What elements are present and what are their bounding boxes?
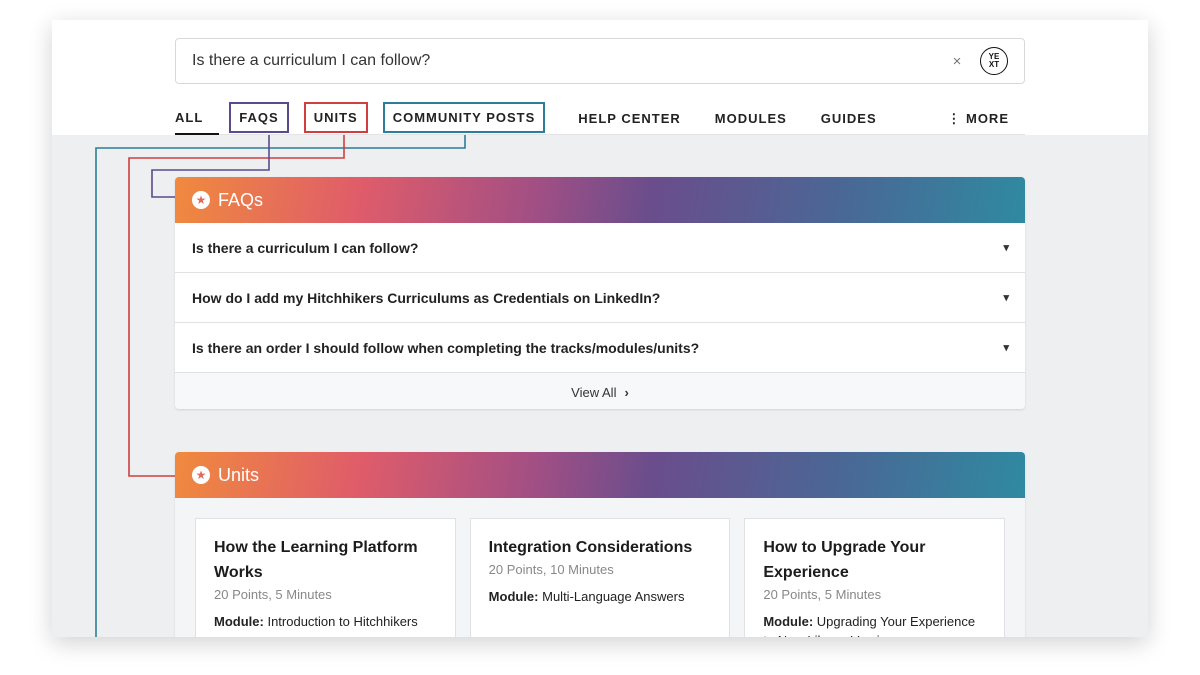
tab-guides[interactable]: GUIDES [813, 103, 885, 135]
unit-module: Module: Multi-Language Answers [489, 587, 712, 606]
units-section: ★ Units How the Learning Platform Works … [175, 452, 1025, 637]
more-menu-button[interactable]: ⋮ MORE [939, 103, 1025, 135]
faq-item[interactable]: Is there a curriculum I can follow? ▾ [175, 223, 1025, 273]
header: × YE XT ALL FAQS UNITS COMMUNITY POSTS H… [52, 20, 1148, 135]
logo-text-bottom: XT [988, 60, 1000, 69]
clear-search-button[interactable]: × [942, 53, 972, 70]
faq-item[interactable]: Is there an order I should follow when c… [175, 323, 1025, 373]
tab-modules[interactable]: MODULES [707, 103, 795, 135]
unit-cards: How the Learning Platform Works 20 Point… [175, 498, 1025, 637]
unit-title[interactable]: How to Upgrade Your Experience [763, 535, 986, 585]
unit-title[interactable]: How the Learning Platform Works [214, 535, 437, 585]
unit-card[interactable]: How to Upgrade Your Experience 20 Points… [744, 518, 1006, 637]
module-name: Introduction to Hitchhikers [267, 614, 418, 629]
faq-item[interactable]: How do I add my Hitchhikers Curriculums … [175, 273, 1025, 323]
search-bar: × YE XT [175, 38, 1025, 84]
tab-help-center[interactable]: HELP CENTER [570, 103, 689, 135]
faqs-section: ★ FAQs Is there a curriculum I can follo… [175, 177, 1025, 409]
tab-community-posts[interactable]: COMMUNITY POSTS [382, 102, 546, 133]
module-name: Multi-Language Answers [542, 589, 685, 604]
chevron-down-icon: ▾ [1003, 342, 1009, 354]
star-circle-icon: ★ [192, 191, 210, 209]
chevron-down-icon: ▾ [1003, 242, 1009, 254]
units-section-title: Units [218, 464, 260, 485]
module-label: Module: [763, 614, 814, 629]
faqs-section-header: ★ FAQs [175, 177, 1025, 223]
chevron-right-icon: › [624, 384, 629, 400]
tab-all[interactable]: ALL [175, 103, 220, 135]
units-section-header: ★ Units [175, 452, 1025, 498]
faq-question: How do I add my Hitchhikers Curriculums … [192, 289, 661, 306]
app-frame: × YE XT ALL FAQS UNITS COMMUNITY POSTS H… [52, 20, 1148, 637]
unit-module: Module: Upgrading Your Experience to New… [763, 612, 986, 637]
module-label: Module: [214, 614, 264, 629]
star-circle-icon: ★ [192, 466, 210, 484]
module-label: Module: [488, 589, 539, 604]
faqs-section-title: FAQs [218, 189, 264, 210]
faq-question: Is there a curriculum I can follow? [192, 239, 419, 256]
unit-title[interactable]: Integration Considerations [489, 535, 712, 560]
vertical-tabs: ALL FAQS UNITS COMMUNITY POSTS HELP CENT… [175, 102, 1025, 135]
tab-units[interactable]: UNITS [303, 102, 368, 133]
unit-meta: 20 Points, 5 Minutes [763, 587, 882, 602]
unit-card[interactable]: How the Learning Platform Works 20 Point… [195, 518, 456, 637]
view-all-faqs-link[interactable]: View All › [175, 373, 1025, 409]
unit-meta: 20 Points, 10 Minutes [488, 562, 614, 577]
search-input[interactable] [192, 52, 942, 70]
faq-question: Is there an order I should follow when c… [192, 339, 700, 356]
view-all-label: View All [571, 384, 617, 400]
unit-meta: 20 Points, 5 Minutes [214, 587, 332, 602]
unit-card[interactable]: Integration Considerations 20 Points, 10… [469, 518, 731, 637]
tab-faqs[interactable]: FAQS [229, 102, 289, 133]
unit-module: Module: Introduction to Hitchhikers [214, 612, 437, 631]
yext-logo[interactable]: YE XT [980, 47, 1008, 75]
chevron-down-icon: ▾ [1003, 292, 1009, 304]
